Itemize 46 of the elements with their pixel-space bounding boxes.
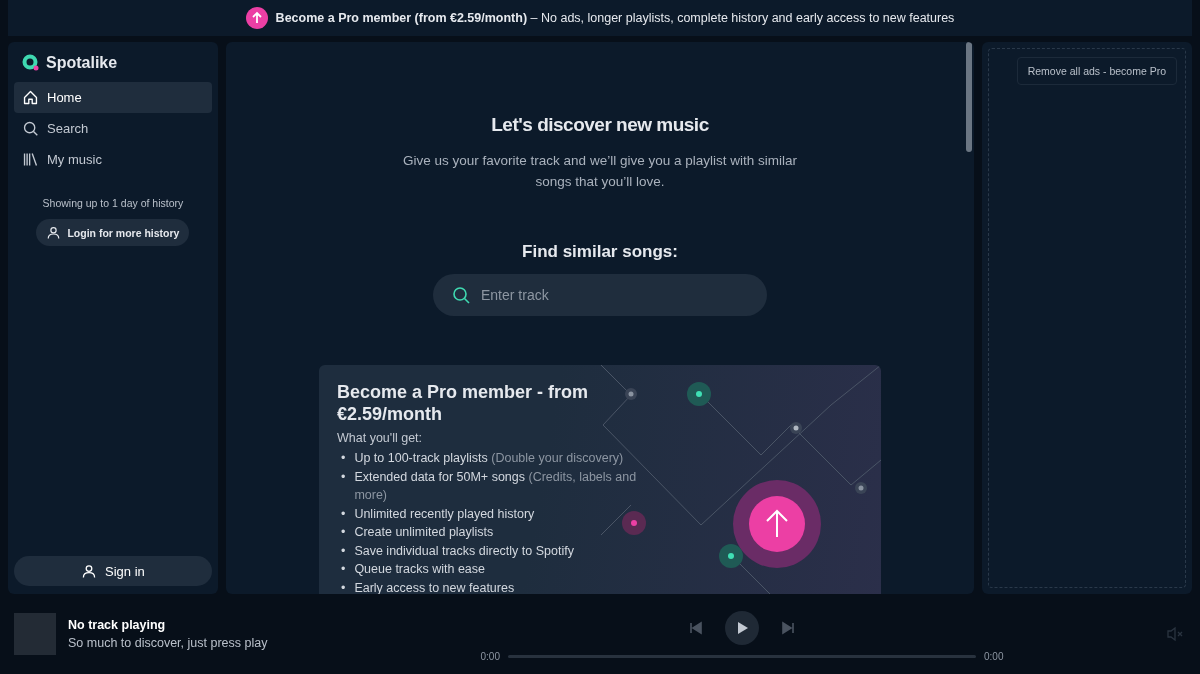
sign-in-button[interactable]: Sign in xyxy=(14,556,212,586)
bullet: • xyxy=(341,542,346,560)
benefit-item: Save individual tracks directly to Spotify xyxy=(354,542,574,560)
section-heading: Find similar songs: xyxy=(522,242,678,262)
bullet: • xyxy=(341,579,346,594)
page-title: Let's discover new music xyxy=(491,114,709,136)
benefit-item: Up to 100-track playlists (Double your discovery) xyxy=(354,450,624,467)
search-icon xyxy=(451,285,471,305)
bullet: • xyxy=(341,468,346,486)
total-time: 0:00 xyxy=(984,650,1004,662)
track-search-field[interactable]: Enter track xyxy=(433,274,767,316)
library-icon xyxy=(22,151,39,168)
home-icon xyxy=(22,89,39,106)
person-icon xyxy=(46,225,62,240)
app-logo-text[interactable]: Spotalike xyxy=(46,54,118,72)
remove-ads-button[interactable]: Remove all ads - become Pro xyxy=(1016,57,1177,85)
track-subtitle: So much to discover, just press play xyxy=(68,636,269,650)
track-title: No track playing xyxy=(68,618,167,632)
mute-icon[interactable] xyxy=(1166,626,1184,642)
previous-button[interactable] xyxy=(689,620,703,635)
nav-item[interactable]: My music xyxy=(14,144,212,175)
person-icon xyxy=(81,563,98,579)
benefit-item: Create unlimited playlists xyxy=(354,524,494,541)
arrow-up-icon xyxy=(245,7,268,29)
history-note: Showing up to 1 day of history xyxy=(41,197,185,209)
page-subtitle: Give us your favorite track and we’ll give you a playlist with similar songs that you’ll love. xyxy=(402,152,798,191)
benefit-item: Queue tracks with ease xyxy=(354,561,485,578)
bullet: • xyxy=(341,450,346,467)
benefit-item: Extended data for 50M+ songs (Credits, labels and more) xyxy=(354,468,638,504)
nav-item[interactable]: Search xyxy=(14,113,212,144)
promo-title: Become a Pro member - from €2.59/month xyxy=(337,381,590,425)
benefit-item: Unlimited recently played history xyxy=(354,505,535,523)
next-button[interactable] xyxy=(781,620,795,635)
promo-intro: What you'll get: xyxy=(337,431,424,445)
bullet: • xyxy=(341,505,346,523)
logo-icon xyxy=(22,54,40,72)
album-cover xyxy=(14,613,56,655)
bullet: • xyxy=(341,524,346,541)
play-button[interactable] xyxy=(725,610,759,645)
benefit-item: Early access to new features xyxy=(354,579,515,594)
search-icon xyxy=(22,120,39,137)
bullet: • xyxy=(341,561,346,578)
scrollbar-thumb[interactable] xyxy=(966,42,973,152)
elapsed-time: 0:00 xyxy=(480,650,500,662)
login-button[interactable]: Login for more history xyxy=(36,219,190,246)
nav-item[interactable]: Home xyxy=(14,82,212,113)
